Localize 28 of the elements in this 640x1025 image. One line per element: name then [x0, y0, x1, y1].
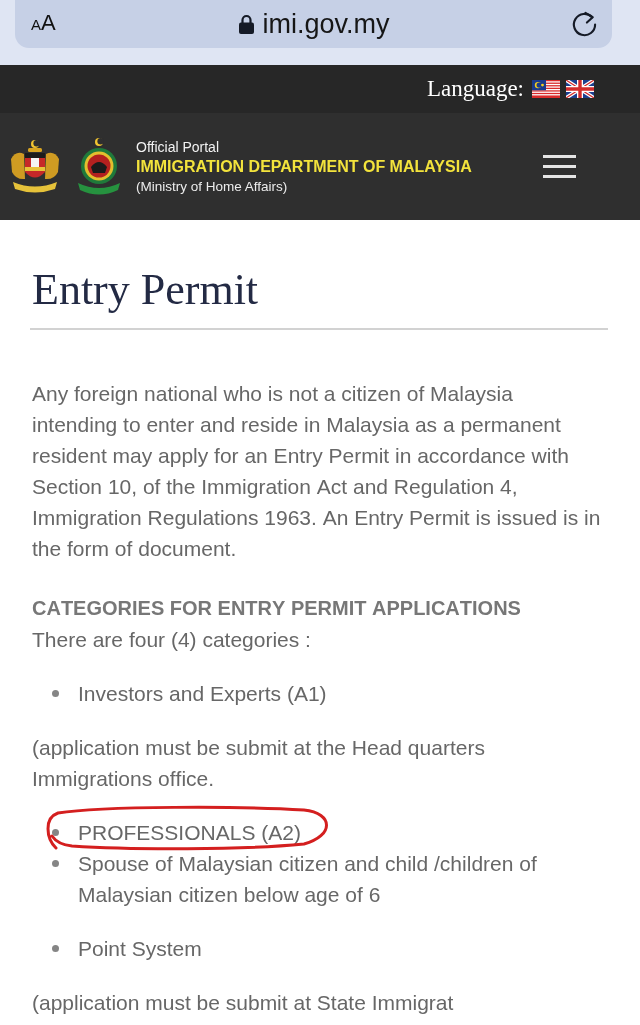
list-item-text: PROFESSIONALS (A2): [78, 820, 301, 846]
url-text: imi.gov.my: [262, 8, 390, 40]
coat-of-arms-icon[interactable]: [8, 138, 62, 195]
portal-label: Official Portal: [136, 137, 220, 157]
address-bar[interactable]: AA imi.gov.my: [15, 0, 612, 48]
section-heading: CATEGORIES FOR ENTRY PERMIT APPLICATIONS: [32, 596, 522, 621]
menu-icon[interactable]: [543, 155, 576, 178]
note-text: (application must be submit at the Head quarters Immigrations office.: [32, 735, 486, 792]
bullet-icon: [52, 945, 59, 952]
text-size-button[interactable]: AA: [31, 10, 56, 38]
department-title: IMMIGRATION DEPARTMENT OF MALAYSIA: [136, 156, 472, 177]
list-item-text: Point System: [78, 936, 202, 962]
british-flag-icon[interactable]: [566, 80, 594, 98]
round-crest-icon[interactable]: [75, 136, 123, 197]
malaysian-flag-icon[interactable]: [532, 80, 560, 98]
language-label: Language:: [426, 76, 524, 102]
section-lead: There are four (4) categories :: [32, 627, 312, 653]
ministry-subtitle: (Ministry of Home Affairs): [136, 177, 289, 196]
list-item-text: Investors and Experts (A1): [78, 681, 327, 707]
bullet-icon: [52, 860, 59, 867]
bullet-icon: [52, 829, 59, 836]
lock-icon: [239, 14, 255, 34]
note-text: (application must be submit at State Immigrat: [32, 990, 455, 1016]
intro-paragraph: Any foreign national who is not a citizen of Malaysia intending to enter and reside in Malaysia as a permanent resident may apply for an Entry Permit in accordance with Section 10, of the Immigration Act and Regulation 4, Immigration Regulations 1963. An Entry Permit is issued is in the form of document.: [32, 381, 602, 562]
bullet-icon: [52, 690, 59, 697]
page-title: Entry Permit: [32, 266, 260, 314]
list-item-text: Spouse of Malaysian citizen and child /children of Malaysian citizen below age of 6: [78, 851, 538, 908]
reload-icon[interactable]: [571, 10, 598, 38]
